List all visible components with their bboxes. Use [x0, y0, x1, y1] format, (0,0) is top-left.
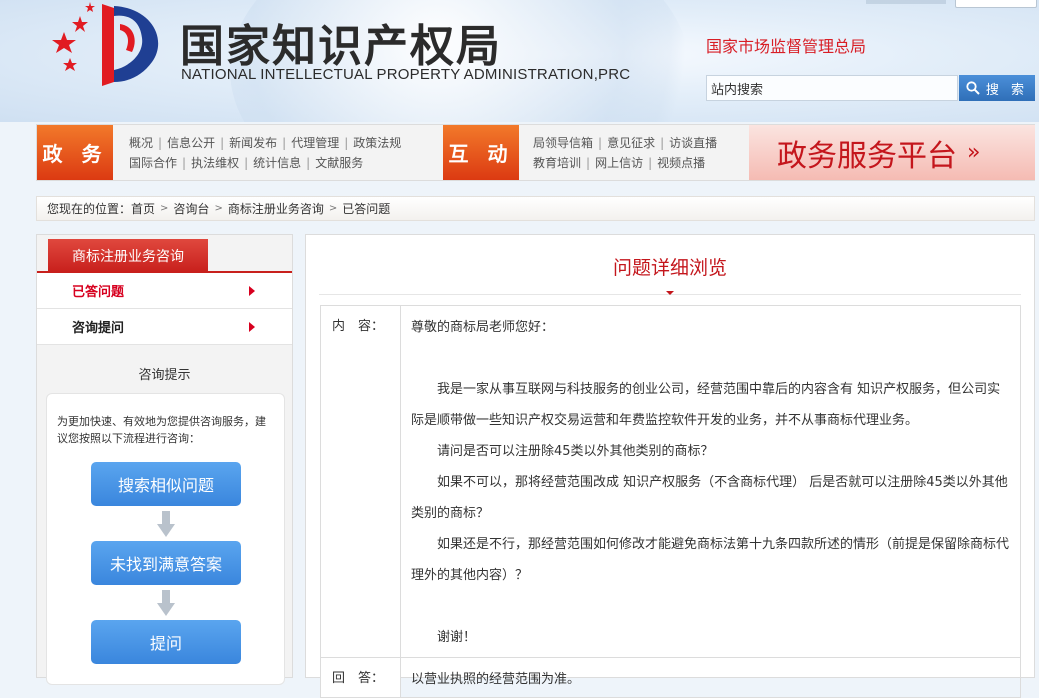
- sidebar-item-label: 已答问题: [72, 285, 125, 300]
- nav-link-policies[interactable]: 政策法规: [353, 136, 401, 150]
- nav-link-statistics[interactable]: 统计信息: [253, 156, 301, 170]
- cnipa-emblem-icon[interactable]: [40, 0, 172, 90]
- breadcrumb-prefix: 您现在的位置：: [47, 202, 132, 216]
- tips-panel: 为更加快速、有效地为您提供咨询服务，建议您按照以下流程进行咨询： 搜索相似问题 …: [46, 393, 285, 685]
- content-label: 内 容：: [320, 305, 401, 658]
- search-button-label: 搜 索: [985, 82, 1029, 98]
- title-marker-icon: [666, 291, 674, 295]
- double-chevron-right-icon: »: [967, 140, 981, 165]
- question-paragraph: 请问是否可以注册除45类以外其他类别的商标？: [437, 444, 714, 459]
- nav-government-row1: 概况 | 信息公开 | 新闻发布 | 代理管理 | 政策法规: [129, 136, 402, 150]
- nav-link-live-interview[interactable]: 访谈直播: [669, 136, 717, 150]
- site-header: 国家知识产权局 NATIONAL INTELLECTUAL PROPERTY A…: [0, 0, 1039, 122]
- tips-title: 咨询提示: [138, 368, 191, 383]
- breadcrumb-separator-icon: >: [328, 203, 338, 214]
- nav-interaction-row2: 教育培训 | 网上信访 | 视频点播: [533, 156, 706, 170]
- page-title: 问题详细浏览: [612, 257, 727, 279]
- top-language-box[interactable]: [955, 0, 1037, 8]
- table-row: 内 容： 尊敬的商标局老师您好： 我是一家从事互联网与科技服务的创业公司，经营范…: [320, 305, 1021, 658]
- nav-link-online-petition[interactable]: 网上信访: [595, 156, 643, 170]
- samr-link[interactable]: 国家市场监督管理总局: [706, 33, 866, 57]
- breadcrumb-separator-icon: >: [214, 203, 223, 214]
- nav-link-international[interactable]: 国际合作: [129, 156, 177, 170]
- nav-link-training[interactable]: 教育培训: [533, 156, 581, 170]
- breadcrumb-trademark-consult[interactable]: 商标注册业务咨询: [228, 200, 324, 217]
- service-platform-banner[interactable]: 政务服务平台 »: [749, 125, 1035, 180]
- search-icon: [966, 81, 980, 95]
- nav-interaction-row1: 局领导信箱 | 意见征求 | 访谈直播: [533, 136, 718, 150]
- nav-link-news[interactable]: 新闻发布: [229, 136, 277, 150]
- nav-link-info-disclosure[interactable]: 信息公开: [167, 136, 215, 150]
- breadcrumb-answered[interactable]: 已答问题: [342, 200, 390, 217]
- sidebar-item-label: 咨询提问: [72, 321, 125, 336]
- triangle-right-icon: [249, 286, 255, 296]
- question-thanks: 谢谢！: [437, 630, 477, 645]
- nav-government-row2: 国际合作 | 执法维权 | 统计信息 | 文献服务: [129, 156, 364, 170]
- question-detail-panel: 问题详细浏览 内 容： 尊敬的商标局老师您好： 我是一家从事互联网与科技服务的创…: [305, 234, 1035, 698]
- question-paragraph: 如果不可以，那将经营范围改成 知识产权服务（不含商标代理） 后是否就可以注册除4…: [411, 475, 1008, 521]
- nav-link-documents[interactable]: 文献服务: [315, 156, 363, 170]
- nav-link-consultation[interactable]: 意见征求: [607, 136, 655, 150]
- arrow-down-icon: [157, 511, 175, 537]
- nav-link-overview[interactable]: 概况: [129, 136, 153, 150]
- tips-text: 为更加快速、有效地为您提供咨询服务，建议您按照以下流程进行咨询：: [57, 415, 266, 445]
- main-nav: 政 务 概况 | 信息公开 | 新闻发布 | 代理管理 | 政策法规 国际合作 | 执法维权 | 统计信…: [36, 124, 1035, 181]
- breadcrumb: 您现在的位置： 首页 > 咨询台 > 商标注册业务咨询 > 已答问题: [36, 196, 1035, 221]
- breadcrumb-consultation[interactable]: 咨询台: [173, 200, 209, 217]
- nav-government-links: 概况 | 信息公开 | 新闻发布 | 代理管理 | 政策法规 国际合作 | 执法维权 | 统计信息 | 文献…: [129, 133, 401, 173]
- no-answer-button[interactable]: 未找到满意答案: [91, 541, 241, 585]
- site-search-input[interactable]: [706, 75, 958, 101]
- nav-interaction-links: 局领导信箱 | 意见征求 | 访谈直播 教育培训 | 网上信访 | 视频点播: [533, 133, 717, 173]
- qa-table: 内 容： 尊敬的商标局老师您好： 我是一家从事互联网与科技服务的创业公司，经营范…: [320, 305, 1021, 698]
- breadcrumb-home[interactable]: 首页: [131, 200, 155, 217]
- question-content: 尊敬的商标局老师您好： 我是一家从事互联网与科技服务的创业公司，经营范围中靠后的…: [400, 305, 1021, 658]
- arrow-down-icon: [157, 590, 175, 616]
- sidebar: 商标注册业务咨询 已答问题 咨询提问 咨询提示 为更加快速、有效地为您提供咨询服…: [36, 234, 293, 685]
- breadcrumb-separator-icon: >: [160, 203, 169, 214]
- sidebar-item-ask[interactable]: 咨询提问: [37, 309, 292, 345]
- site-logo-subtitle: NATIONAL INTELLECTUAL PROPERTY ADMINISTR…: [181, 66, 631, 83]
- nav-link-agency-management[interactable]: 代理管理: [291, 136, 339, 150]
- nav-section-interaction[interactable]: 互 动: [443, 125, 519, 180]
- service-platform-label: 政务服务平台: [777, 138, 957, 174]
- site-logo-title: 国家知识产权局: [180, 21, 502, 72]
- question-greeting: 尊敬的商标局老师您好：: [411, 320, 555, 335]
- search-similar-button[interactable]: 搜索相似问题: [91, 462, 241, 506]
- question-paragraph: 如果还是不行，那经营范围如何修改才能避免商标法第十九条四款所述的情形（前提是保留…: [411, 537, 1010, 583]
- nav-link-leader-mailbox[interactable]: 局领导信箱: [533, 136, 593, 150]
- nav-link-enforcement[interactable]: 执法维权: [191, 156, 239, 170]
- nav-section-government[interactable]: 政 务: [37, 125, 113, 180]
- sidebar-title: 商标注册业务咨询: [48, 239, 208, 272]
- question-paragraph: 我是一家从事互联网与科技服务的创业公司，经营范围中靠后的内容含有 知识产权服务，…: [411, 382, 1001, 428]
- sidebar-item-answered[interactable]: 已答问题: [37, 273, 292, 309]
- top-links-strip[interactable]: [866, 0, 946, 4]
- search-button[interactable]: 搜 索: [959, 75, 1035, 101]
- ask-question-button[interactable]: 提问: [91, 620, 241, 664]
- nav-link-video[interactable]: 视频点播: [657, 156, 705, 170]
- triangle-right-icon: [249, 322, 255, 332]
